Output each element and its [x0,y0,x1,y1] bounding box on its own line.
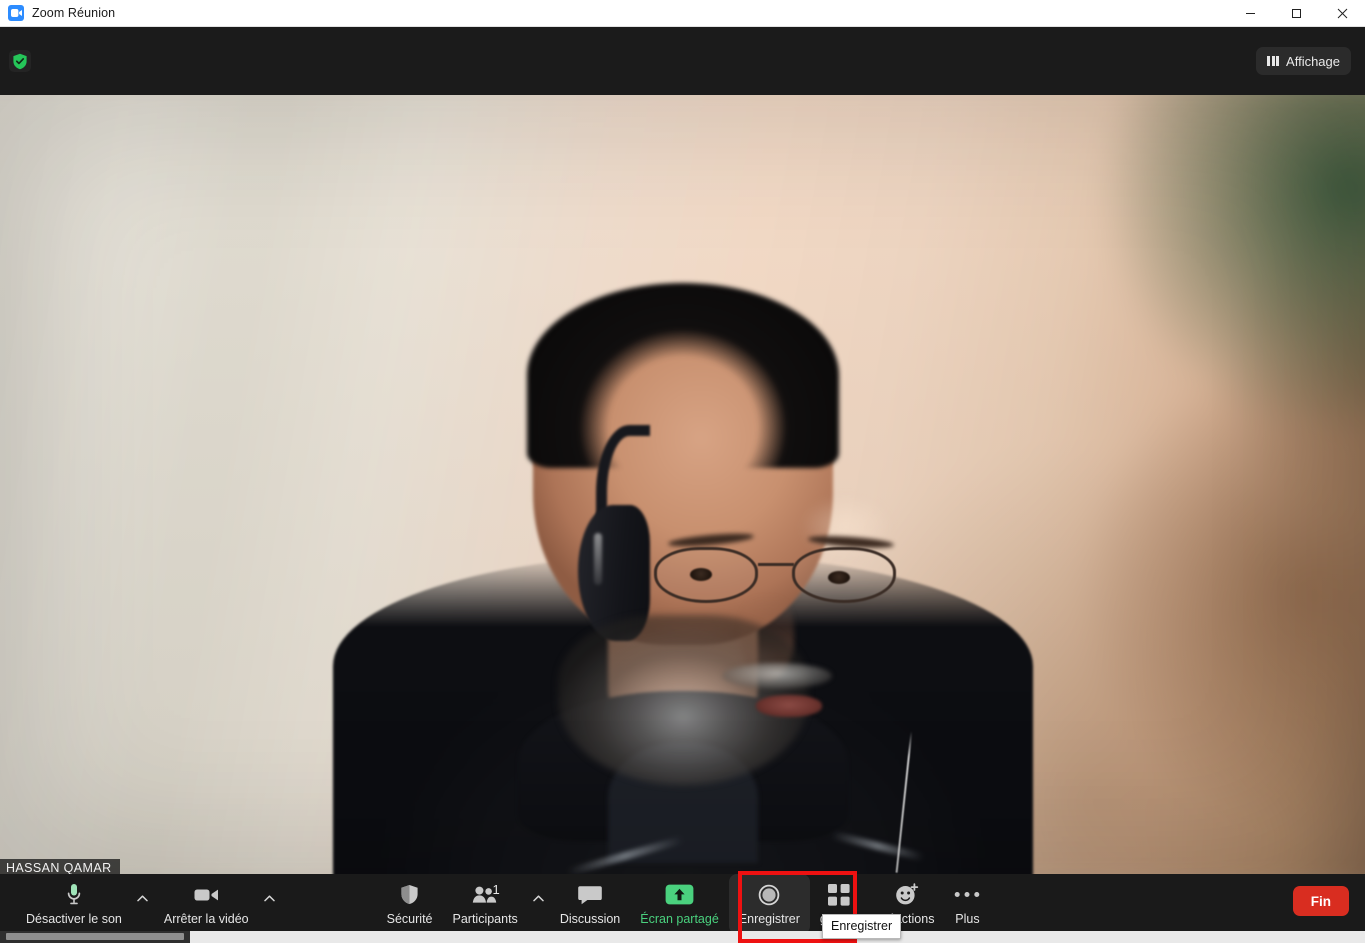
record-circle-icon [758,882,780,907]
share-screen-up-arrow-icon [665,882,694,907]
more-options-label: Plus [955,912,980,926]
stop-video-label: Arrêter la vidéo [163,912,249,926]
end-meeting-button[interactable]: Fin [1292,886,1349,916]
chat-button[interactable]: Discussion [550,874,630,934]
mustache [722,663,832,689]
participant-hair [526,283,839,468]
record-label: Enregistrer [738,912,800,926]
mouth [756,695,822,717]
zoom-meeting-window: Zoom Réunion Affichage HASSAN QAMAR Désa… [0,0,1365,943]
scrollbar-rest [190,931,1365,943]
window-title: Zoom Réunion [32,6,116,20]
share-screen-label: Écran partagé [640,912,719,926]
breakout-rooms-grid-icon [828,882,850,907]
active-speaker-video[interactable]: HASSAN QAMAR [0,95,1365,874]
grid-view-icon [1267,56,1280,66]
mute-audio-label: Désactiver le son [26,912,122,926]
close-icon[interactable] [1319,0,1365,27]
more-options-button[interactable]: Plus [944,874,990,934]
window-title-bar: Zoom Réunion [0,0,1365,27]
zoom-camera-icon [8,5,24,21]
eye-right [828,571,850,584]
maximize-icon[interactable] [1273,0,1319,27]
stop-video-button[interactable]: Arrêter la vidéo [154,874,259,934]
glasses-bridge [758,563,794,566]
chat-bubble-icon [578,882,602,907]
meeting-header-bar: Affichage [0,27,1365,95]
participant-video-figure [0,95,1365,874]
shield-icon [400,882,419,907]
view-layout-label: Affichage [1286,53,1340,69]
participant-name-label: HASSAN QAMAR [0,859,120,874]
video-camera-icon [194,882,219,907]
green-shield-check-icon[interactable] [9,50,31,72]
share-screen-button[interactable]: Écran partagé [630,874,729,934]
mute-audio-button[interactable]: Désactiver le son [16,874,132,934]
record-button-tooltip: Enregistrer [822,914,902,939]
participants-label: Participants [452,912,518,926]
security-label: Sécurité [386,912,433,926]
view-layout-button[interactable]: Affichage [1256,47,1351,75]
scrollbar-thumb[interactable] [6,933,184,940]
microphone-icon [66,882,82,907]
chat-label: Discussion [559,912,621,926]
ellipsis-icon [954,882,980,907]
background-window-scrollbar[interactable] [0,931,1365,943]
participants-count: 1 [492,882,500,897]
participants-button[interactable]: Participants 1 [443,874,528,934]
minimize-icon[interactable] [1227,0,1273,27]
security-button[interactable]: Sécurité [377,874,443,934]
smiley-plus-icon [895,882,919,907]
record-button[interactable]: Enregistrer [728,874,810,934]
eye-left [690,568,712,581]
